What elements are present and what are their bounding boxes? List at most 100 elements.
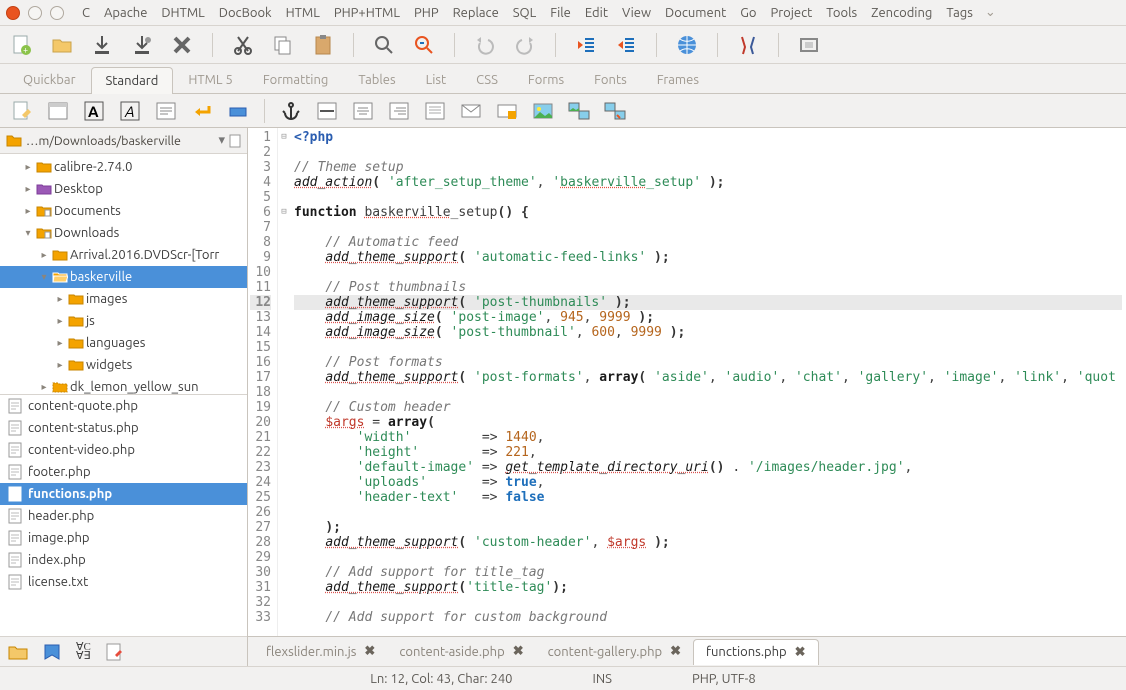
tree-item[interactable]: ▸js — [0, 310, 247, 332]
preferences-icon[interactable] — [736, 33, 760, 57]
open-file-icon[interactable] — [50, 33, 74, 57]
close-tab-icon[interactable]: ✖ — [670, 644, 681, 659]
file-item[interactable]: license.txt — [0, 571, 247, 593]
close-tab-icon[interactable]: ✖ — [513, 644, 524, 659]
file-item[interactable]: image.php — [0, 527, 247, 549]
toolbar-tab-forms[interactable]: Forms — [513, 66, 579, 93]
tree-toggle-icon[interactable]: ▸ — [38, 249, 50, 261]
toolbar-tab-css[interactable]: CSS — [461, 66, 513, 93]
tree-item[interactable]: ▸Arrival.2016.DVDScr-[Torr — [0, 244, 247, 266]
folder-tree[interactable]: ▸calibre-2.74.0▸Desktop▸Documents▾Downlo… — [0, 154, 247, 394]
unindent-icon[interactable] — [574, 33, 598, 57]
menu-html[interactable]: HTML — [280, 3, 326, 23]
menu-php-html[interactable]: PHP+HTML — [328, 3, 406, 23]
close-tab-icon[interactable]: ✖ — [364, 644, 375, 659]
fullscreen-icon[interactable] — [797, 33, 821, 57]
menu-tools[interactable]: Tools — [820, 3, 863, 23]
file-item[interactable]: footer.php — [0, 461, 247, 483]
nbsp-icon[interactable] — [226, 99, 250, 123]
body-icon[interactable] — [46, 99, 70, 123]
find-replace-icon[interactable] — [412, 33, 436, 57]
right-align-icon[interactable] — [387, 99, 411, 123]
open-folder-icon[interactable] — [8, 643, 28, 661]
window-maximize-button[interactable] — [50, 6, 64, 20]
tree-item[interactable]: ▸Desktop — [0, 178, 247, 200]
menu-dhtml[interactable]: DHTML — [155, 3, 210, 23]
toolbar-tab-html-5[interactable]: HTML 5 — [173, 66, 248, 93]
bold-icon[interactable]: A — [82, 99, 106, 123]
tree-toggle-icon[interactable]: ▸ — [54, 315, 66, 327]
snippets-icon[interactable] — [105, 643, 125, 661]
file-list[interactable]: content-quote.phpcontent-status.phpconte… — [0, 394, 247, 636]
window-close-button[interactable] — [6, 6, 20, 20]
tree-item[interactable]: ▸images — [0, 288, 247, 310]
path-file-icon[interactable] — [229, 134, 241, 148]
file-item[interactable]: content-quote.php — [0, 395, 247, 417]
tree-item[interactable]: ▾baskerville — [0, 266, 247, 288]
browser-preview-icon[interactable] — [675, 33, 699, 57]
image-icon[interactable] — [531, 99, 555, 123]
file-item[interactable]: header.php — [0, 505, 247, 527]
file-tab[interactable]: flexslider.min.js✖ — [254, 639, 387, 664]
code-content[interactable]: <?php // Theme setupadd_action( 'after_s… — [290, 128, 1126, 636]
file-tab[interactable]: functions.php✖ — [693, 639, 819, 665]
window-minimize-button[interactable] — [28, 6, 42, 20]
menu-view[interactable]: View — [616, 3, 657, 23]
undo-icon[interactable] — [473, 33, 497, 57]
tree-item[interactable]: ▸Documents — [0, 200, 247, 222]
menu-document[interactable]: Document — [659, 3, 732, 23]
file-tab[interactable]: content-gallery.php✖ — [536, 639, 693, 664]
menu-file[interactable]: File — [544, 3, 577, 23]
path-bar[interactable]: …m/Downloads/baskerville ▾ — [0, 128, 247, 154]
toolbar-tab-standard[interactable]: Standard — [91, 67, 174, 94]
menu-zencoding[interactable]: Zencoding — [865, 3, 938, 23]
copy-icon[interactable] — [271, 33, 295, 57]
tree-toggle-icon[interactable]: ▸ — [54, 293, 66, 305]
menu-php[interactable]: PHP — [408, 3, 445, 23]
menu-overflow-icon[interactable]: ⌄ — [981, 5, 996, 20]
new-file-icon[interactable]: + — [10, 33, 34, 57]
anchor-icon[interactable] — [279, 99, 303, 123]
menu-replace[interactable]: Replace — [447, 3, 505, 23]
save-as-icon[interactable] — [130, 33, 154, 57]
file-item[interactable]: index.php — [0, 549, 247, 571]
italic-icon[interactable]: A — [118, 99, 142, 123]
indent-icon[interactable] — [614, 33, 638, 57]
tree-toggle-icon[interactable]: ▸ — [22, 183, 34, 195]
tree-toggle-icon[interactable]: ▸ — [38, 381, 50, 393]
toolbar-tab-formatting[interactable]: Formatting — [248, 66, 344, 93]
comment-icon[interactable] — [423, 99, 447, 123]
menu-docbook[interactable]: DocBook — [213, 3, 278, 23]
menu-sql[interactable]: SQL — [507, 3, 543, 23]
tree-item[interactable]: ▾Downloads — [0, 222, 247, 244]
tree-item[interactable]: ▸widgets — [0, 354, 247, 376]
toolbar-tab-tables[interactable]: Tables — [343, 66, 410, 93]
paste-icon[interactable] — [311, 33, 335, 57]
file-item[interactable]: functions.php — [0, 483, 247, 505]
tree-toggle-icon[interactable]: ▸ — [22, 205, 34, 217]
toolbar-tab-frames[interactable]: Frames — [642, 66, 714, 93]
break-icon[interactable] — [190, 99, 214, 123]
quickstart-icon[interactable] — [10, 99, 34, 123]
file-item[interactable]: content-video.php — [0, 439, 247, 461]
search-icon[interactable] — [372, 33, 396, 57]
menu-edit[interactable]: Edit — [579, 3, 614, 23]
menu-project[interactable]: Project — [764, 3, 818, 23]
cut-icon[interactable] — [231, 33, 255, 57]
menu-tags[interactable]: Tags — [940, 3, 979, 23]
file-item[interactable]: content-status.php — [0, 417, 247, 439]
tree-toggle-icon[interactable]: ▸ — [54, 359, 66, 371]
charmap-icon[interactable]: ∀C∀∃ — [76, 643, 91, 661]
toolbar-tab-fonts[interactable]: Fonts — [579, 66, 642, 93]
link-icon[interactable] — [495, 99, 519, 123]
toolbar-tab-list[interactable]: List — [411, 66, 462, 93]
menu-apache[interactable]: Apache — [98, 3, 153, 23]
close-tab-icon[interactable]: ✖ — [795, 645, 806, 660]
fold-column[interactable]: ⊟ ⊟ — [278, 128, 290, 636]
multi-thumbnail-icon[interactable] — [603, 99, 627, 123]
tree-item[interactable]: ▸calibre-2.74.0 — [0, 156, 247, 178]
redo-icon[interactable] — [513, 33, 537, 57]
tree-toggle-icon[interactable]: ▾ — [22, 227, 34, 239]
tree-toggle-icon[interactable]: ▾ — [38, 271, 50, 283]
file-tab[interactable]: content-aside.php✖ — [387, 639, 535, 664]
